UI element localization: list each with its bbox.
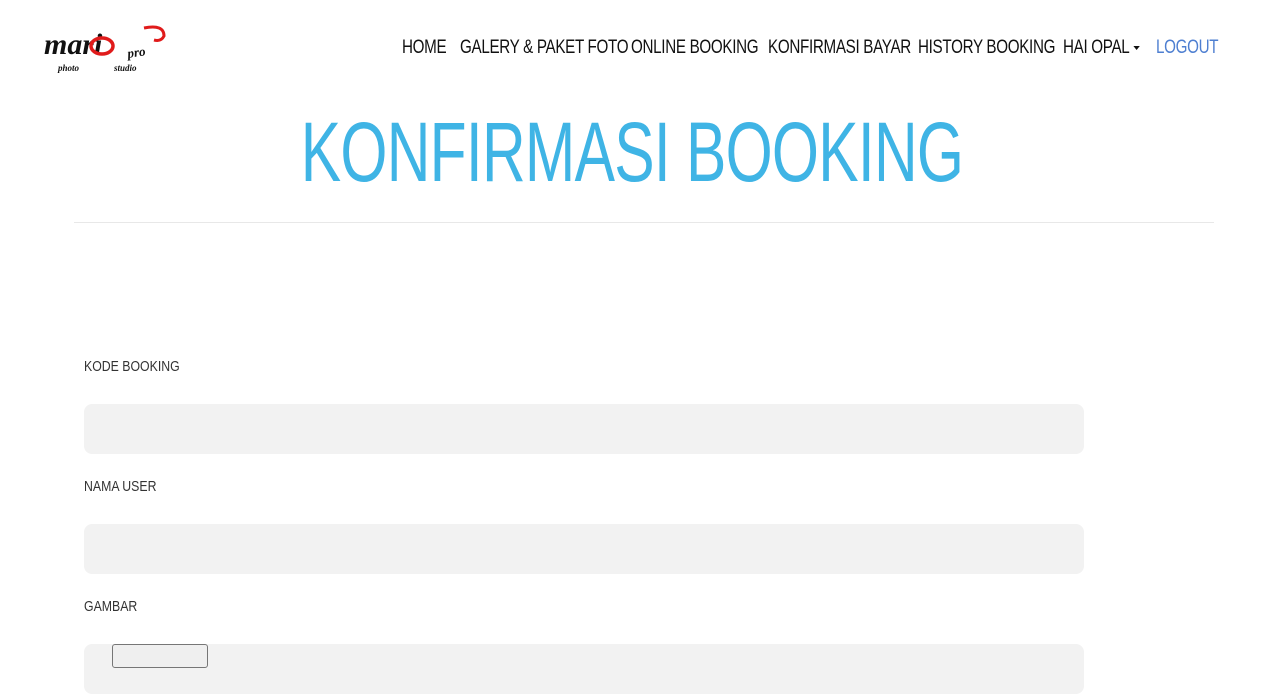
nav-item-online-booking: ONLINE BOOKING (631, 37, 768, 59)
nav-item-konfirmasi-bayar: KONFIRMASI BAYAR (768, 37, 918, 59)
logo-red-arc (143, 25, 166, 42)
gambar-label: GAMBAR (84, 598, 138, 615)
nav-item-logout: LOGOUT (1156, 37, 1219, 59)
page-title: KONFIRMASI BOOKING (300, 105, 964, 199)
nav-link-online-booking[interactable]: ONLINE BOOKING (631, 37, 759, 59)
logo-main-text: mari (44, 28, 103, 61)
title-divider (74, 222, 1214, 223)
gambar-file-field (84, 644, 1084, 694)
nama-user-input[interactable] (84, 524, 1084, 574)
nav-link-galery[interactable]: GALERY & PAKET FOTO (460, 37, 629, 59)
main-nav: HOME GALERY & PAKET FOTO ONLINE BOOKING … (402, 37, 1219, 59)
navbar: mari pro photo studio HOME GALERY & PAKE… (0, 0, 1264, 98)
logo-graphic: mari pro photo studio (44, 25, 166, 73)
nav-link-history-booking[interactable]: HISTORY BOOKING (918, 37, 1055, 59)
nama-user-label: NAMA USER (84, 478, 157, 495)
logout-link[interactable]: LOGOUT (1156, 37, 1219, 59)
nav-item-galery: GALERY & PAKET FOTO (460, 37, 631, 59)
logo-sub-text: pro (125, 43, 146, 61)
nav-link-konfirmasi-bayar[interactable]: KONFIRMASI BAYAR (768, 37, 911, 59)
kode-booking-label: KODE BOOKING (84, 358, 180, 375)
nav-link-home[interactable]: HOME (402, 37, 447, 59)
logo-tagline-right: studio (113, 63, 137, 73)
nav-item-home: HOME (402, 37, 460, 59)
logo-tagline-left: photo (57, 63, 80, 73)
nav-item-user-menu: HAI OPAL (1063, 37, 1156, 59)
caret-down-icon (1133, 45, 1140, 50)
brand-logo[interactable]: mari pro photo studio (44, 24, 168, 74)
kode-booking-input[interactable] (84, 404, 1084, 454)
user-menu-dropdown[interactable]: HAI OPAL (1063, 37, 1140, 59)
user-menu-label: HAI OPAL (1063, 37, 1130, 58)
nav-item-history-booking: HISTORY BOOKING (918, 37, 1063, 59)
